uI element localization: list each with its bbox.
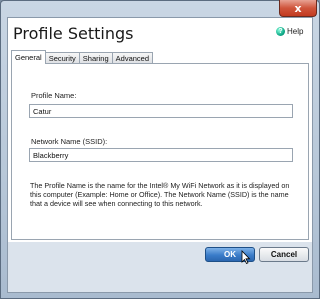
- close-button[interactable]: x: [279, 0, 317, 17]
- dialog-title: Profile Settings: [13, 24, 134, 43]
- profile-name-input[interactable]: Catur: [29, 104, 293, 118]
- cancel-button[interactable]: Cancel: [259, 247, 309, 262]
- network-name-label: Network Name (SSID):: [31, 137, 108, 146]
- help-icon: ?: [276, 27, 285, 36]
- network-name-input[interactable]: Blackberry: [29, 148, 293, 162]
- mouse-pointer-icon: [241, 250, 251, 264]
- profile-name-label: Profile Name:: [31, 91, 77, 100]
- tab-general[interactable]: General: [11, 50, 46, 64]
- help-label: Help: [287, 27, 304, 36]
- profile-description: The Profile Name is the name for the Int…: [30, 181, 290, 208]
- help-link[interactable]: ? Help: [276, 27, 303, 36]
